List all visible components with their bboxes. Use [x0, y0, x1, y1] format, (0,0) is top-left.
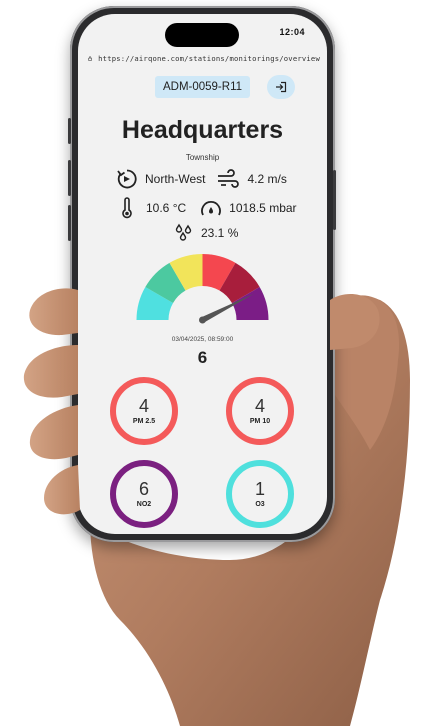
phone-power-button — [333, 170, 336, 230]
phone-screen: 12:04 https://airqone.com/stations/monit… — [78, 14, 327, 534]
pollutant-label: NO2 — [136, 501, 152, 508]
station-id-badge[interactable]: ADM-0059-R11 — [155, 76, 250, 98]
pollutant-circle-o3[interactable]: 1 O3 — [226, 460, 294, 528]
aqi-value: 6 — [197, 348, 208, 367]
wind-direction: North-West — [145, 172, 206, 186]
pressure: 1018.5 mbar — [229, 201, 297, 215]
pollutant-value: 6 — [138, 479, 149, 499]
logout-button[interactable] — [267, 75, 295, 99]
phone-volume-down — [68, 205, 71, 241]
pressure-gauge-icon — [201, 201, 222, 216]
dynamic-island — [165, 23, 239, 47]
pollutant-label: PM 2.5 — [132, 418, 156, 425]
wind-speed: 4.2 m/s — [247, 172, 287, 186]
pollutant-value: 1 — [254, 479, 265, 499]
station-location: Township — [185, 153, 220, 162]
temperature-pressure-row: 10.6 °C 1018.5 mbar — [120, 197, 297, 219]
pollutant-circle-pm-2-5[interactable]: 4 PM 2.5 — [110, 377, 178, 445]
wind-row: North-West 4.2 m/s — [116, 168, 287, 190]
address-bar[interactable]: https://airqone.com/stations/monitorings… — [88, 51, 320, 65]
pollutant-circle-no2[interactable]: 6 NO2 — [110, 460, 178, 528]
humidity-row: 23.1 % — [173, 223, 238, 243]
pollutant-label: PM 10 — [249, 418, 271, 425]
thermometer-icon — [122, 197, 132, 219]
top-bar: ADM-0059-R11 — [78, 74, 327, 100]
humidity-icon — [175, 223, 192, 241]
station-name: Headquarters — [121, 116, 284, 144]
pollutant-label: O3 — [255, 501, 265, 508]
pollutant-value: 4 — [138, 396, 149, 416]
wind-icon — [218, 169, 240, 188]
lock-icon — [88, 55, 92, 61]
phone-volume-up — [68, 160, 71, 196]
pollutant-value: 4 — [254, 396, 265, 416]
phone-side-button — [68, 118, 71, 144]
air-quality-gauge — [136, 254, 269, 324]
status-time: 12:04 — [279, 27, 305, 37]
logout-icon — [276, 81, 287, 93]
humidity: 23.1 % — [201, 226, 239, 240]
reading-timestamp: 03/04/2025, 08:59:00 — [171, 336, 234, 343]
wind-direction-icon — [117, 169, 137, 189]
temperature: 10.6 °C — [146, 201, 187, 215]
url-text[interactable]: https://airqone.com/stations/monitorings… — [98, 54, 320, 63]
pollutant-circle-pm-10[interactable]: 4 PM 10 — [226, 377, 294, 445]
gauge-hub — [199, 316, 206, 324]
